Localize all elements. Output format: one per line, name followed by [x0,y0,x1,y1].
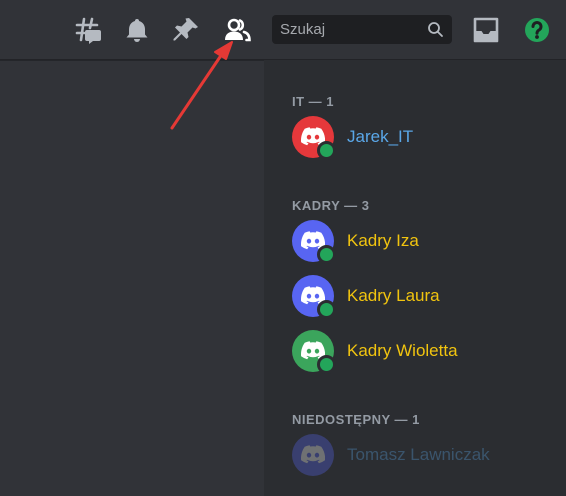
help-icon[interactable] [521,14,553,46]
member-name: Kadry Laura [347,286,440,305]
member-group-title: KADRY — 3 [292,198,370,213]
pin-icon[interactable] [170,14,202,46]
online-status-icon [317,300,336,319]
member-group-title: NIEDOSTĘPNY — 1 [292,412,420,427]
member-item[interactable]: Kadry Wioletta [292,330,552,374]
search-icon[interactable] [427,21,444,38]
bell-icon[interactable] [121,14,153,46]
online-status-icon [317,141,336,160]
channel-toolbar [0,0,566,60]
member-name: Kadry Iza [347,231,419,250]
member-name: Tomasz Lawniczak [347,445,490,464]
member-item[interactable]: Kadry Laura [292,275,552,319]
member-name: Jarek_IT [347,127,414,146]
search-input[interactable] [272,15,412,44]
members-icon[interactable] [221,14,253,46]
discord-logo-icon [301,445,325,464]
panel-divider [264,60,272,496]
member-item[interactable]: Kadry Iza [292,220,552,264]
member-item[interactable]: Tomasz Lawniczak [292,434,552,478]
inbox-icon[interactable] [470,14,502,46]
threads-icon[interactable] [72,14,104,46]
search-box[interactable] [272,15,452,44]
member-list: IT — 1 Jarek_IT KADRY — 3 Kadry Iza Kadry La… [272,60,566,496]
member-group-title: IT — 1 [292,94,335,109]
member-name: Kadry Wioletta [347,341,458,360]
member-item[interactable]: Jarek_IT [292,116,552,160]
online-status-icon [317,355,336,374]
avatar [292,434,334,476]
online-status-icon [317,245,336,264]
